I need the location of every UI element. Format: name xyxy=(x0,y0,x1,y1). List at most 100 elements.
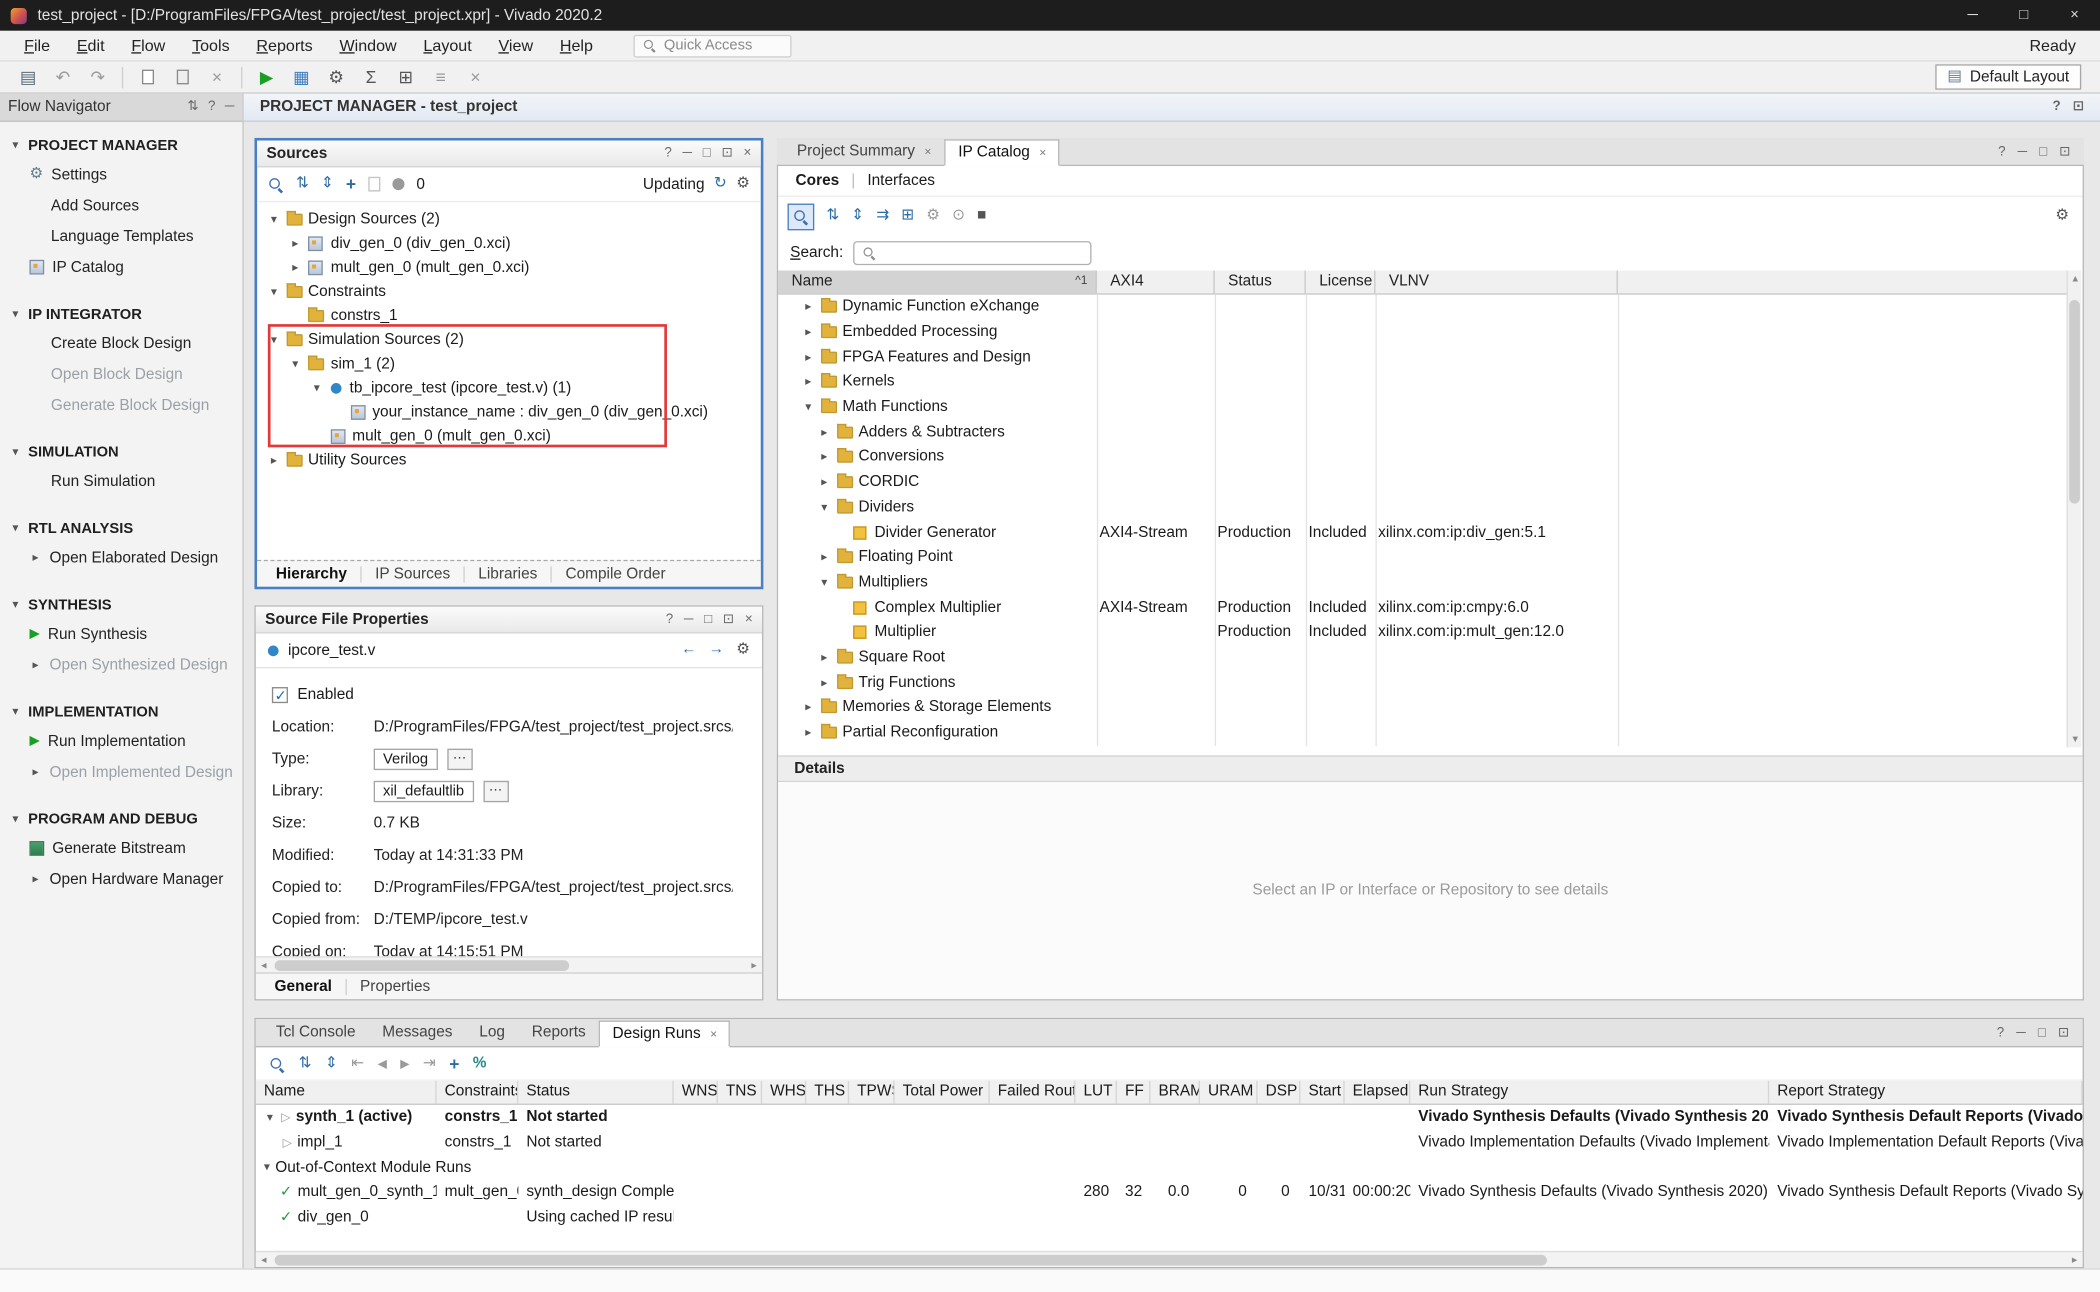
scroll-right-icon[interactable] xyxy=(746,958,762,974)
ip-row-multiplier[interactable]: Multiplier Production Included xilinx.co… xyxy=(778,620,2072,645)
col-failed-routes[interactable]: Failed Routes xyxy=(990,1081,1076,1104)
column-header-status[interactable]: Status xyxy=(1215,271,1306,294)
flownav-item-run-implementation[interactable]: Run Implementation xyxy=(0,726,242,757)
flownav-section-program-and-debug[interactable]: PROGRAM AND DEBUG xyxy=(0,805,242,833)
col-lut[interactable]: LUT xyxy=(1075,1081,1117,1104)
settings-icon[interactable] xyxy=(321,64,350,91)
column-header-axi4[interactable]: AXI4 xyxy=(1097,271,1215,294)
scroll-down-icon[interactable] xyxy=(2068,731,2083,747)
close-tab-icon[interactable] xyxy=(1039,147,1046,159)
column-header-license[interactable]: License xyxy=(1306,271,1376,294)
col-status[interactable]: Status xyxy=(518,1081,673,1104)
flownav-section-implementation[interactable]: IMPLEMENTATION xyxy=(0,698,242,726)
float-panel-icon[interactable] xyxy=(703,147,711,160)
tab-ip-catalog[interactable]: IP Catalog xyxy=(945,139,1060,166)
run-step-icon[interactable] xyxy=(400,1058,409,1070)
tab-project-summary[interactable]: Project Summary xyxy=(783,138,944,165)
col-constraints[interactable]: Constraints xyxy=(437,1081,519,1104)
maximize-panel-icon[interactable] xyxy=(2073,100,2084,113)
search-toggle[interactable] xyxy=(788,203,815,230)
col-tpws[interactable]: TPWS xyxy=(849,1081,895,1104)
tree-item-div-gen-0[interactable]: div_gen_0 (div_gen_0.xci) xyxy=(257,232,761,256)
ip-category-kernels[interactable]: Kernels xyxy=(778,370,2072,395)
undo-icon[interactable] xyxy=(48,64,77,91)
tab-messages[interactable]: Messages xyxy=(369,1019,466,1046)
help-icon[interactable] xyxy=(666,613,673,626)
flownav-item-open-hardware-manager[interactable]: Open Hardware Manager xyxy=(0,864,242,895)
library-value-box[interactable]: xil_defaultlib xyxy=(374,781,474,802)
maximize-panel-icon[interactable] xyxy=(722,147,733,160)
scroll-left-icon[interactable] xyxy=(256,958,272,974)
tab-properties[interactable]: Properties xyxy=(349,978,441,994)
menu-tools[interactable]: Tools xyxy=(179,30,243,61)
info-icon[interactable] xyxy=(952,209,965,224)
maximize-panel-icon[interactable] xyxy=(2059,146,2070,159)
help-icon[interactable] xyxy=(664,147,671,160)
flownav-section-simulation[interactable]: SIMULATION xyxy=(0,438,242,466)
run-group-out-of-context[interactable]: Out-of-Context Module Runs xyxy=(256,1155,2083,1180)
ip-category-memories-storage[interactable]: Memories & Storage Elements xyxy=(778,695,2072,720)
maximize-panel-icon[interactable] xyxy=(2058,1027,2069,1040)
menu-help[interactable]: Help xyxy=(546,30,606,61)
flownav-section-ip-integrator[interactable]: IP INTEGRATOR xyxy=(0,300,242,328)
column-header-vlnv[interactable]: VLNV xyxy=(1375,271,1617,294)
subtab-cores[interactable]: Cores xyxy=(796,173,840,189)
layout-selector[interactable]: Default Layout xyxy=(1935,64,2081,89)
flownav-item-run-synthesis[interactable]: Run Synthesis xyxy=(0,619,242,650)
skip-to-end-icon[interactable] xyxy=(423,1056,436,1071)
tree-item-tb-ipcore-test[interactable]: tb_ipcore_test (ipcore_test.v) (1) xyxy=(257,376,761,400)
run-row-synth-1[interactable]: synth_1 (active) constrs_1 Not started V… xyxy=(256,1105,2083,1130)
flownav-item-language-templates[interactable]: Language Templates xyxy=(0,221,242,252)
flownav-item-create-block-design[interactable]: Create Block Design xyxy=(0,328,242,359)
ip-category-multipliers[interactable]: Multipliers xyxy=(778,570,2072,595)
skip-to-start-icon[interactable] xyxy=(351,1056,364,1071)
ip-table-vertical-scrollbar[interactable] xyxy=(2067,271,2082,748)
library-browse-button[interactable] xyxy=(483,781,508,802)
col-ff[interactable]: FF xyxy=(1117,1081,1150,1104)
expand-all-icon[interactable] xyxy=(325,1056,338,1071)
flownav-item-generate-bitstream[interactable]: Generate Bitstream xyxy=(0,833,242,864)
gear-icon[interactable] xyxy=(2055,209,2069,224)
type-value-box[interactable]: Verilog xyxy=(374,749,438,770)
close-tab-icon[interactable] xyxy=(924,145,931,157)
menu-flow[interactable]: Flow xyxy=(118,30,179,61)
col-tns[interactable]: TNS xyxy=(718,1081,762,1104)
close-panel-icon[interactable] xyxy=(744,147,752,160)
tree-item-your-instance-name[interactable]: your_instance_name : div_gen_0 (div_gen_… xyxy=(257,400,761,424)
ip-row-complex-multiplier[interactable]: Complex Multiplier AXI4-Stream Productio… xyxy=(778,595,2072,620)
tree-item-design-sources[interactable]: Design Sources (2) xyxy=(257,208,761,232)
help-icon[interactable] xyxy=(208,100,215,113)
scroll-up-icon[interactable] xyxy=(2068,271,2083,287)
add-repository-icon[interactable] xyxy=(901,209,914,224)
col-bram[interactable]: BRAM xyxy=(1150,1081,1200,1104)
flownav-section-synthesis[interactable]: SYNTHESIS xyxy=(0,591,242,619)
tree-item-simulation-sources[interactable]: Simulation Sources (2) xyxy=(257,328,761,352)
minimize-panel-icon[interactable] xyxy=(684,613,694,626)
filter-dot-icon[interactable] xyxy=(392,178,404,190)
flownav-item-open-block-design[interactable]: Open Block Design xyxy=(0,359,242,390)
tab-reports[interactable]: Reports xyxy=(518,1019,599,1046)
col-run-strategy[interactable]: Run Strategy xyxy=(1410,1081,1769,1104)
tab-log[interactable]: Log xyxy=(466,1019,518,1046)
stop-icon[interactable] xyxy=(977,209,986,224)
tab-compile-order[interactable]: Compile Order xyxy=(555,566,677,582)
ip-category-dynamic-function-exchange[interactable]: Dynamic Function eXchange xyxy=(778,295,2072,320)
col-wns[interactable]: WNS xyxy=(674,1081,718,1104)
float-panel-icon[interactable] xyxy=(2038,1027,2046,1040)
minimize-button[interactable] xyxy=(1947,0,1998,31)
col-total-power[interactable]: Total Power xyxy=(895,1081,990,1104)
tree-item-mult-gen-0[interactable]: mult_gen_0 (mult_gen_0.xci) xyxy=(257,256,761,280)
help-icon[interactable] xyxy=(2052,100,2060,113)
menu-edit[interactable]: Edit xyxy=(63,30,118,61)
runs-horizontal-scrollbar[interactable] xyxy=(256,1251,2083,1267)
dock-icon[interactable] xyxy=(187,100,198,113)
col-start[interactable]: Start xyxy=(1300,1081,1344,1104)
col-report-strategy[interactable]: Report Strategy xyxy=(1769,1081,2082,1104)
menu-window[interactable]: Window xyxy=(326,30,410,61)
ip-category-conversions[interactable]: Conversions xyxy=(778,445,2072,470)
edit-file-icon[interactable] xyxy=(368,177,380,192)
flownav-item-open-implemented-design[interactable]: Open Implemented Design xyxy=(0,757,242,788)
ip-category-cordic[interactable]: CORDIC xyxy=(778,470,2072,495)
expand-all-icon[interactable] xyxy=(851,209,864,224)
tab-design-runs[interactable]: Design Runs xyxy=(599,1021,730,1048)
